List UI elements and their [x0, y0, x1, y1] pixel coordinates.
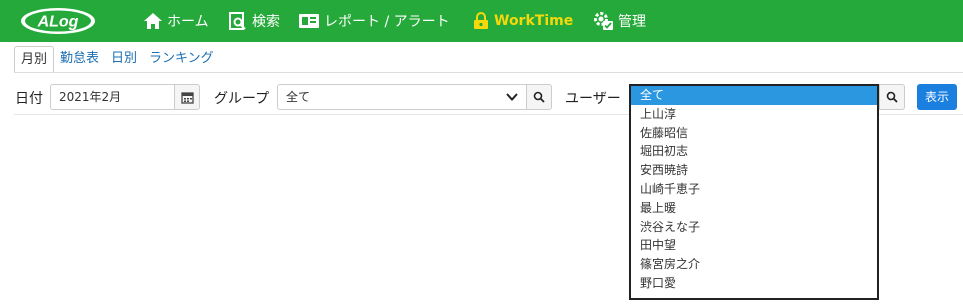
nav-search-label: 検索 — [252, 14, 280, 30]
user-option[interactable]: 上山淳 — [631, 105, 877, 124]
report-card-icon — [299, 14, 319, 28]
group-search-button[interactable] — [526, 84, 552, 110]
group-select[interactable]: 全て — [277, 84, 527, 110]
view-tabs: 月別 勤怠表 日別 ランキング — [14, 46, 220, 73]
user-listbox[interactable]: 全て 上山淳 佐藤昭信 堀田初志 安西暁詩 山崎千恵子 最上暖 渋谷えな子 田中望 篠宮房之介 野口… — [629, 84, 879, 300]
chevron-down-icon — [506, 93, 518, 101]
group-select-value: 全て — [286, 90, 311, 104]
lock-icon — [474, 12, 488, 29]
user-option[interactable]: 佐藤昭信 — [631, 124, 877, 143]
date-input[interactable]: 2021年2月 — [50, 84, 175, 110]
gear-check-icon — [594, 12, 613, 30]
user-option[interactable]: 全て — [631, 86, 877, 105]
alog-logo[interactable]: ALog — [20, 7, 96, 35]
search-document-icon — [229, 12, 246, 30]
search-icon — [886, 91, 898, 103]
user-option[interactable]: 堀田初志 — [631, 142, 877, 161]
nav-admin[interactable]: 管理 — [592, 0, 646, 42]
user-option[interactable]: 安西暁詩 — [631, 161, 877, 180]
nav-admin-label: 管理 — [618, 14, 646, 30]
user-label: ユーザー — [565, 91, 621, 107]
logo-text: ALog — [37, 14, 79, 31]
top-navbar: ALog ホーム 検索 レポート / アラート WorkTime 管理 — [0, 0, 963, 42]
tab-attendance[interactable]: 勤怠表 — [54, 46, 105, 73]
user-search-button[interactable] — [879, 84, 905, 110]
user-option[interactable]: 渋谷えな子 — [631, 218, 877, 237]
nav-report-label: レポート / アラート — [324, 14, 450, 30]
user-option[interactable]: 田中望 — [631, 236, 877, 255]
search-icon — [533, 91, 545, 103]
home-icon — [144, 13, 162, 29]
tab-monthly[interactable]: 月別 — [14, 46, 55, 73]
show-button[interactable]: 表示 — [917, 84, 957, 110]
nav-worktime-label: WorkTime — [494, 13, 574, 29]
tabs-divider — [14, 72, 963, 73]
calendar-button[interactable] — [174, 84, 200, 110]
nav-home-label: ホーム — [167, 14, 209, 30]
nav-report-alert[interactable]: レポート / アラート — [298, 0, 450, 42]
user-option[interactable]: 野口愛 — [631, 274, 877, 293]
user-option[interactable]: 篠宮房之介 — [631, 255, 877, 274]
calendar-icon — [180, 91, 194, 104]
user-option[interactable]: 山崎千恵子 — [631, 180, 877, 199]
group-label: グループ — [214, 91, 270, 107]
tab-daily[interactable]: 日別 — [105, 46, 143, 73]
nav-home[interactable]: ホーム — [143, 0, 209, 42]
user-option[interactable]: 最上暖 — [631, 199, 877, 218]
nav-worktime[interactable]: WorkTime — [472, 0, 573, 42]
nav-search[interactable]: 検索 — [228, 0, 280, 42]
tab-ranking[interactable]: ランキング — [143, 46, 220, 73]
date-label: 日付 — [15, 91, 43, 107]
